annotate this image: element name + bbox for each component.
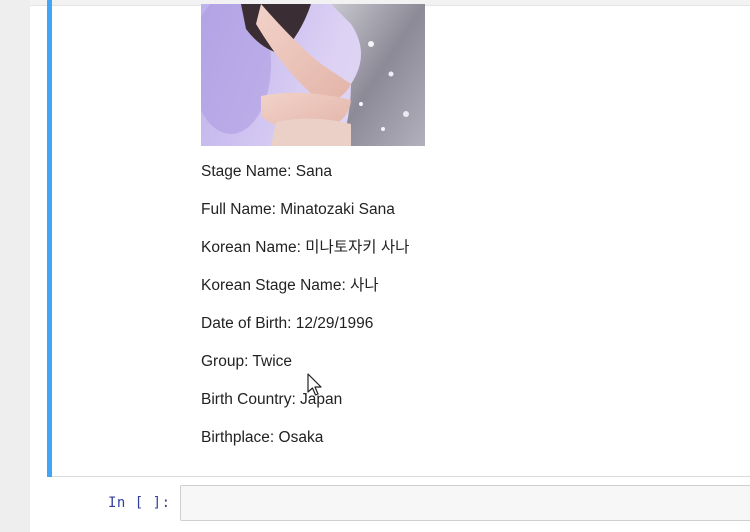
birth-country-line: Birth Country: Japan [201, 391, 343, 408]
korean-stage-name-line: Korean Stage Name: 사나 [201, 277, 379, 294]
korean-name-line: Korean Name: 미나토자키 사나 [201, 239, 410, 256]
selected-cell-indicator [47, 0, 52, 477]
code-input[interactable] [180, 485, 750, 521]
notebook-panel: Stage Name: Sana Full Name: Minatozaki S… [30, 0, 750, 532]
full-name-line: Full Name: Minatozaki Sana [201, 201, 395, 218]
mouse-pointer-icon [307, 373, 322, 396]
output-cell[interactable]: Stage Name: Sana Full Name: Minatozaki S… [47, 0, 750, 477]
profile-photo [201, 4, 425, 146]
code-cell[interactable]: In [ ]: [30, 477, 750, 532]
stage-name-line: Stage Name: Sana [201, 163, 332, 180]
birthplace-line: Birthplace: Osaka [201, 429, 324, 446]
cell-prompt: In [ ]: [108, 495, 171, 511]
group-line: Group: Twice [201, 353, 293, 370]
profile-fields: Stage Name: Sana Full Name: Minatozaki S… [201, 158, 409, 462]
date-of-birth-line: Date of Birth: 12/29/1996 [201, 315, 374, 332]
